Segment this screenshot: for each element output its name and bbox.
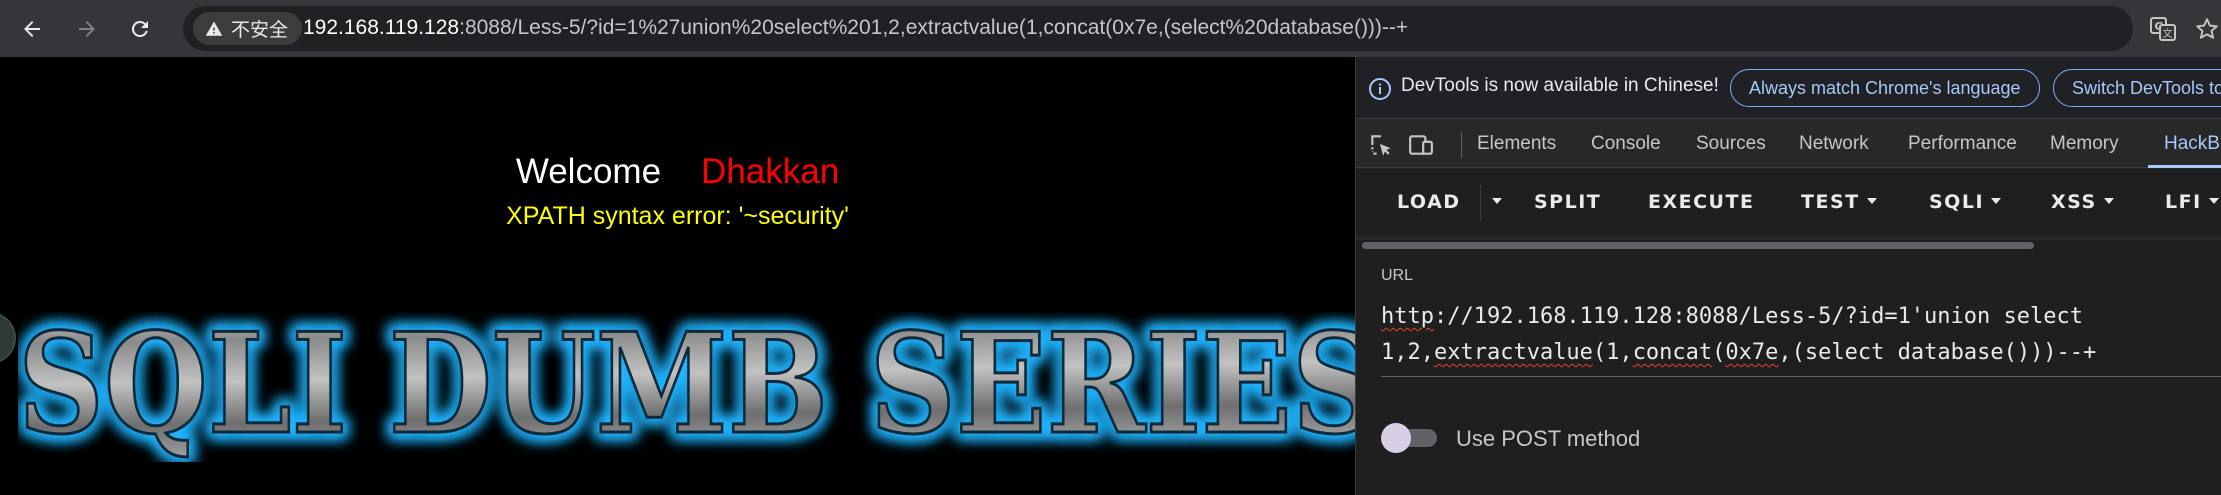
tab-sources[interactable]: Sources <box>1696 133 1766 155</box>
arrow-right-icon <box>79 21 95 37</box>
switch-language-button[interactable]: Switch DevTools to <box>2053 69 2221 107</box>
hackbar-url-section: URL http://192.168.119.128:8088/Less-5/?… <box>1356 249 2221 495</box>
chevron-down-icon <box>1492 197 1502 204</box>
user-name: Dhakkan <box>701 152 840 191</box>
device-toolbar-icon[interactable] <box>1408 132 1434 158</box>
back-button[interactable] <box>13 10 51 48</box>
tab-hackbar[interactable]: HackBar <box>2164 133 2221 155</box>
url-line2-extractvalue: extractvalue <box>1433 340 1593 365</box>
url-line2-concat: concat <box>1632 340 1713 365</box>
hackbar-toolbar: LOAD SPLIT EXECUTE TEST SQLI XSS LFI <box>1356 169 2221 237</box>
xss-label: XSS <box>2051 191 2097 213</box>
url-path: :8088/Less-5/?id=1%27union%20select%201,… <box>459 16 1409 39</box>
address-bar[interactable]: 不安全 192.168.119.128:8088/Less-5/?id=1%27… <box>183 6 2133 51</box>
translate-icon: G 文 <box>2150 17 2176 41</box>
error-message: XPATH syntax error: '~security' <box>506 202 849 230</box>
devtools-tabbar: Elements Console Sources Network Perform… <box>1356 120 2221 168</box>
post-method-label: Use POST method <box>1456 426 1641 451</box>
url-line2-a: 1,2, <box>1381 340 1434 365</box>
inspect-element-icon[interactable] <box>1368 132 1394 158</box>
welcome-line: Welcome Dhakkan <box>0 152 1355 192</box>
url-input-underline <box>1381 376 2221 377</box>
chevron-down-icon <box>2103 197 2114 204</box>
url-label: URL <box>1381 267 1414 284</box>
toggle-knob <box>1381 423 1411 453</box>
security-chip[interactable]: 不安全 <box>193 12 303 45</box>
lfi-menu-button[interactable]: LFI <box>2165 191 2219 213</box>
tab-elements[interactable]: Elements <box>1477 133 1556 155</box>
load-dropdown-button[interactable] <box>1492 191 1502 213</box>
sqli-dumb-series-banner: SQLI DUMB SERIES SQLI DUMB SERIES <box>18 312 1355 462</box>
info-icon <box>1369 78 1391 100</box>
tab-performance[interactable]: Performance <box>1908 133 2017 155</box>
tab-separator <box>1461 132 1462 158</box>
url-line2-e: ( <box>1712 340 1726 365</box>
url-line2-g: ,(select database()))--+ <box>1778 340 2097 365</box>
active-tab-indicator <box>2148 165 2221 168</box>
bookmark-button[interactable] <box>2191 13 2221 45</box>
test-menu-button[interactable]: TEST <box>1801 191 1877 213</box>
banner-text: SQLI DUMB SERIES <box>18 312 1355 462</box>
tab-console[interactable]: Console <box>1591 133 1661 155</box>
test-label: TEST <box>1801 191 1860 213</box>
browser-toolbar: 不安全 192.168.119.128:8088/Less-5/?id=1%27… <box>0 0 2221 57</box>
chevron-down-icon <box>2208 197 2219 204</box>
svg-text:文: 文 <box>2163 27 2173 40</box>
split-button[interactable]: SPLIT <box>1534 191 1601 213</box>
chevron-down-icon <box>1866 197 1877 204</box>
execute-button[interactable]: EXECUTE <box>1648 191 1754 213</box>
web-page: Welcome Dhakkan XPATH syntax error: '~sec… <box>0 57 1355 495</box>
post-method-toggle[interactable] <box>1381 423 1437 453</box>
load-button[interactable]: LOAD <box>1397 191 1461 213</box>
sqli-label: SQLI <box>1929 191 1985 213</box>
language-infobar: DevTools is now available in Chinese! Al… <box>1356 57 2221 119</box>
star-icon <box>2196 18 2218 39</box>
url-host: 192.168.119.128 <box>303 16 460 39</box>
welcome-text: Welcome <box>515 152 662 191</box>
forward-button[interactable] <box>68 10 106 48</box>
sqli-menu-button[interactable]: SQLI <box>1929 191 2002 213</box>
url-line2-hex: 0x7e <box>1725 340 1779 365</box>
chevron-down-icon <box>1991 197 2002 204</box>
security-label: 不安全 <box>231 19 289 41</box>
url-line1-scheme: http <box>1381 304 1434 329</box>
warning-icon <box>205 21 223 36</box>
translate-button[interactable]: G 文 <box>2147 13 2179 45</box>
side-button[interactable] <box>0 312 16 364</box>
info-message: DevTools is now available in Chinese! <box>1401 75 1719 96</box>
url-text[interactable]: 192.168.119.128:8088/Less-5/?id=1%27unio… <box>303 16 1408 40</box>
tab-network[interactable]: Network <box>1799 133 1869 155</box>
url-line1-rest: ://192.168.119.128:8088/Less-5/?id=1'uni… <box>1433 304 2083 329</box>
load-separator <box>1480 185 1481 221</box>
tab-memory[interactable]: Memory <box>2050 133 2119 155</box>
lfi-label: LFI <box>2165 191 2202 213</box>
url-input[interactable]: http://192.168.119.128:8088/Less-5/?id=1… <box>1381 299 2221 371</box>
devtools-panel: DevTools is now available in Chinese! Al… <box>1355 57 2221 495</box>
reload-button[interactable] <box>121 10 159 48</box>
xss-menu-button[interactable]: XSS <box>2051 191 2114 213</box>
arrow-left-icon <box>24 21 40 37</box>
url-line2-c: (1, <box>1592 340 1633 365</box>
match-language-button[interactable]: Always match Chrome's language <box>1730 69 2040 107</box>
reload-icon <box>131 20 148 37</box>
toolbar-scrollbar[interactable] <box>1362 242 2034 249</box>
